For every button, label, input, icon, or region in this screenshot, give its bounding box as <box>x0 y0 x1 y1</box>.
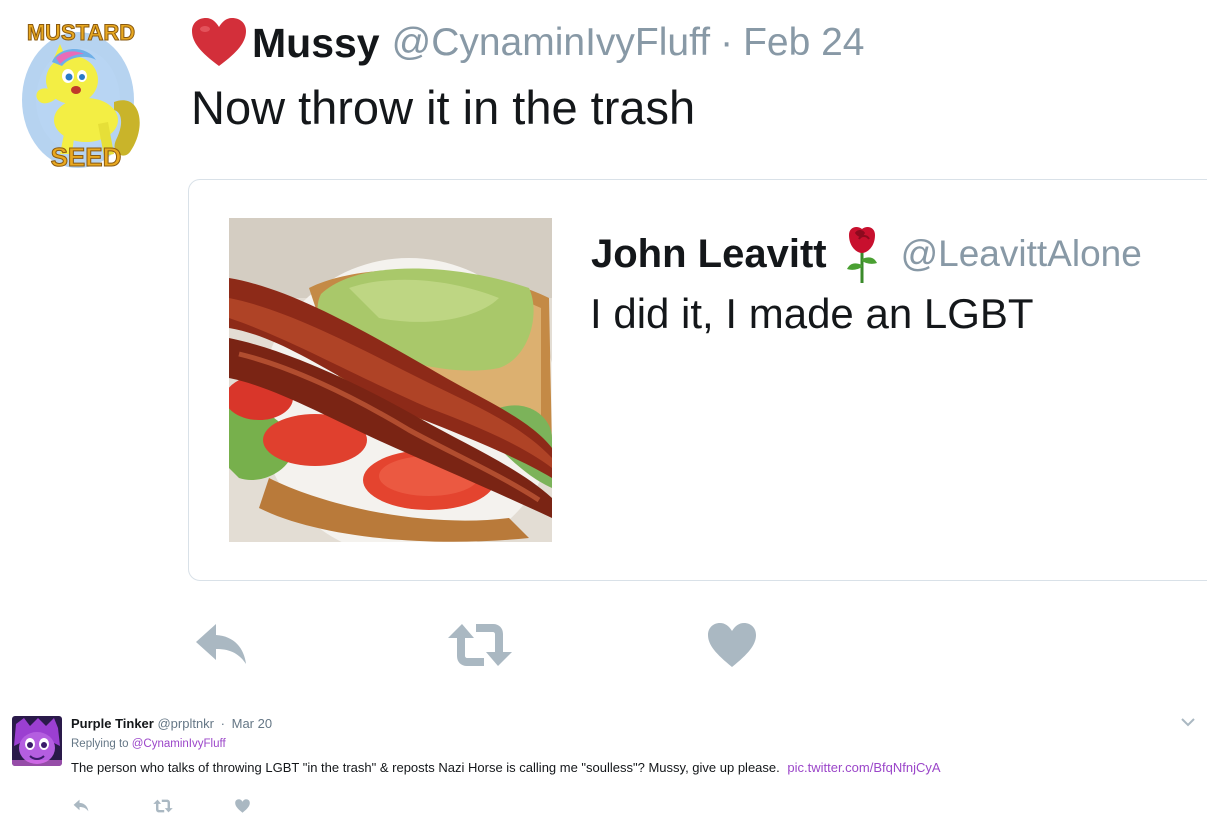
separator-dot: · <box>720 21 734 64</box>
reply-author-name[interactable]: Purple Tinker <box>71 716 154 731</box>
chevron-down-icon[interactable] <box>1180 714 1196 730</box>
retweet-icon[interactable] <box>448 622 512 668</box>
tweet-header: Mussy @CynaminIvyFluff · Feb 24 <box>192 12 865 74</box>
avatar-logo-bottom: SEED <box>51 142 122 172</box>
reply-icon[interactable] <box>194 622 248 666</box>
heart-icon[interactable] <box>708 622 756 668</box>
reply-separator-dot: · <box>220 716 225 731</box>
heart-emoji-icon <box>192 18 246 66</box>
reply-author-handle[interactable]: @prpltnkr <box>157 716 214 731</box>
heart-small-icon[interactable] <box>235 799 250 813</box>
pic-link[interactable]: pic.twitter.com/BfqNfnjCyA <box>787 760 940 775</box>
reply-date[interactable]: Mar 20 <box>232 716 272 731</box>
replying-to-line: Replying to @CynaminIvyFluff <box>71 738 226 750</box>
quoted-tweet-header: John Leavitt @LeavittAlone <box>591 224 1142 284</box>
replying-to-link[interactable]: @CynaminIvyFluff <box>132 738 226 750</box>
quoted-tweet-photo[interactable] <box>229 218 552 542</box>
quoted-author-handle[interactable]: @LeavittAlone <box>901 233 1142 275</box>
quoted-author-name[interactable]: John Leavitt <box>591 232 827 277</box>
quoted-tweet-text: I did it, I made an LGBT <box>590 290 1034 337</box>
tweet-date[interactable]: Feb 24 <box>743 21 864 65</box>
tweet-text: Now throw it in the trash <box>191 81 696 134</box>
reply-header: Purple Tinker @prpltnkr · Mar 20 <box>71 716 272 731</box>
retweet-small-icon[interactable] <box>153 799 173 813</box>
replying-to-label: Replying to <box>71 738 129 750</box>
quoted-tweet-card[interactable]: John Leavitt @LeavittAlone I did it, I m… <box>188 179 1207 581</box>
reply-text-line: The person who talks of throwing LGBT "i… <box>71 760 941 775</box>
rose-emoji-icon <box>846 227 877 283</box>
reply-tweet-text: The person who talks of throwing LGBT "i… <box>71 760 780 775</box>
author-handle[interactable]: @CynaminIvyFluff <box>392 21 710 65</box>
reply-avatar[interactable] <box>12 716 62 766</box>
avatar-logo-top: MUSTARD <box>27 20 135 45</box>
reply-small-icon[interactable] <box>73 799 89 812</box>
avatar-main[interactable]: MUSTARD SEED <box>12 14 150 173</box>
author-name[interactable]: Mussy <box>252 20 380 67</box>
